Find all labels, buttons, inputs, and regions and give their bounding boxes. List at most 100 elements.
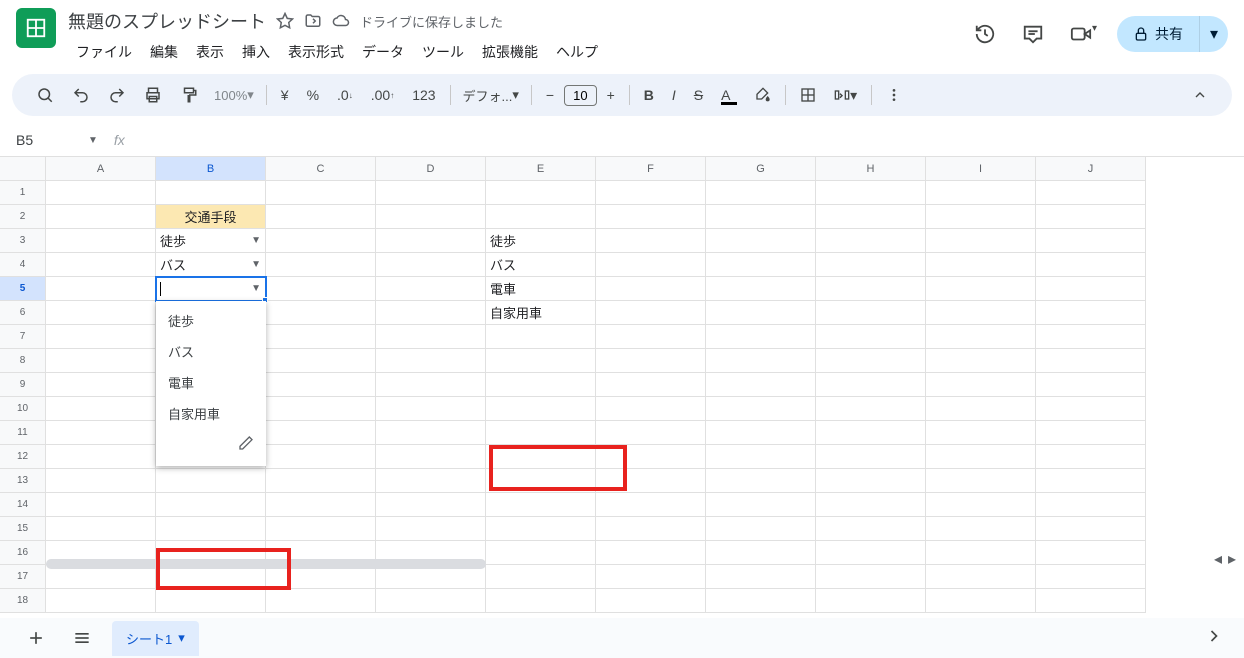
cell-dropdown-icon[interactable]: ▼ bbox=[251, 259, 261, 270]
cell-J10[interactable] bbox=[1036, 397, 1146, 421]
menu-format[interactable]: 表示形式 bbox=[280, 38, 352, 66]
cell-J5[interactable] bbox=[1036, 277, 1146, 301]
cell-A10[interactable] bbox=[46, 397, 156, 421]
menu-edit[interactable]: 編集 bbox=[142, 38, 186, 66]
font-size-input[interactable]: 10 bbox=[564, 85, 596, 106]
cell-G7[interactable] bbox=[706, 325, 816, 349]
cell-I14[interactable] bbox=[926, 493, 1036, 517]
cell-E13[interactable] bbox=[486, 469, 596, 493]
all-sheets-button[interactable] bbox=[66, 622, 98, 654]
row-header[interactable]: 4 bbox=[0, 253, 46, 277]
cell-G18[interactable] bbox=[706, 589, 816, 613]
cell-E11[interactable] bbox=[486, 421, 596, 445]
cell-D3[interactable] bbox=[376, 229, 486, 253]
cell-D5[interactable] bbox=[376, 277, 486, 301]
cell-G1[interactable] bbox=[706, 181, 816, 205]
cell-B13[interactable] bbox=[156, 469, 266, 493]
cell-F1[interactable] bbox=[596, 181, 706, 205]
cell-H7[interactable] bbox=[816, 325, 926, 349]
borders-button[interactable] bbox=[792, 81, 824, 109]
cell-F10[interactable] bbox=[596, 397, 706, 421]
row-header[interactable]: 3 bbox=[0, 229, 46, 253]
cell-D7[interactable] bbox=[376, 325, 486, 349]
cell-F12[interactable] bbox=[596, 445, 706, 469]
cell-F2[interactable] bbox=[596, 205, 706, 229]
row-header[interactable]: 14 bbox=[0, 493, 46, 517]
cell-I4[interactable] bbox=[926, 253, 1036, 277]
cell-G3[interactable] bbox=[706, 229, 816, 253]
decrease-decimal-button[interactable]: .0↓ bbox=[329, 81, 361, 109]
collapse-toolbar-icon[interactable] bbox=[1184, 81, 1216, 109]
cell-J15[interactable] bbox=[1036, 517, 1146, 541]
row-header[interactable]: 15 bbox=[0, 517, 46, 541]
cell-dropdown-icon[interactable]: ▼ bbox=[251, 283, 261, 294]
cell-I18[interactable] bbox=[926, 589, 1036, 613]
merge-cells-button[interactable]: ▾ bbox=[826, 81, 865, 110]
cell-J11[interactable] bbox=[1036, 421, 1146, 445]
font-select[interactable]: デフォ... ▾ bbox=[457, 82, 525, 109]
cell-J4[interactable] bbox=[1036, 253, 1146, 277]
cell-G12[interactable] bbox=[706, 445, 816, 469]
cell-H5[interactable] bbox=[816, 277, 926, 301]
cell-H3[interactable] bbox=[816, 229, 926, 253]
row-header[interactable]: 2 bbox=[0, 205, 46, 229]
doc-title[interactable]: 無題のスプレッドシート bbox=[68, 8, 266, 34]
cell-G6[interactable] bbox=[706, 301, 816, 325]
cell-E15[interactable] bbox=[486, 517, 596, 541]
row-header[interactable]: 13 bbox=[0, 469, 46, 493]
cell-I15[interactable] bbox=[926, 517, 1036, 541]
cell-A11[interactable] bbox=[46, 421, 156, 445]
dropdown-option[interactable]: 自家用車 bbox=[156, 398, 266, 429]
cell-A9[interactable] bbox=[46, 373, 156, 397]
menu-data[interactable]: データ bbox=[354, 38, 412, 66]
cell-I5[interactable] bbox=[926, 277, 1036, 301]
cell-I7[interactable] bbox=[926, 325, 1036, 349]
cell-E7[interactable] bbox=[486, 325, 596, 349]
row-header[interactable]: 16 bbox=[0, 541, 46, 565]
cell-J1[interactable] bbox=[1036, 181, 1146, 205]
print-icon[interactable] bbox=[136, 80, 170, 110]
col-header[interactable]: I bbox=[926, 157, 1036, 181]
row-header[interactable]: 12 bbox=[0, 445, 46, 469]
cell-C2[interactable] bbox=[266, 205, 376, 229]
cell-H10[interactable] bbox=[816, 397, 926, 421]
col-header[interactable]: G bbox=[706, 157, 816, 181]
text-color-button[interactable]: A bbox=[713, 81, 745, 109]
row-header[interactable]: 7 bbox=[0, 325, 46, 349]
menu-insert[interactable]: 挿入 bbox=[234, 38, 278, 66]
cell-A15[interactable] bbox=[46, 517, 156, 541]
cell-D6[interactable] bbox=[376, 301, 486, 325]
bold-button[interactable]: B bbox=[636, 81, 662, 109]
dropdown-option[interactable]: 徒歩 bbox=[156, 305, 266, 336]
cell-B5[interactable]: ▼ bbox=[156, 277, 266, 301]
cell-C9[interactable] bbox=[266, 373, 376, 397]
cell-A12[interactable] bbox=[46, 445, 156, 469]
cell-B15[interactable] bbox=[156, 517, 266, 541]
cell-D13[interactable] bbox=[376, 469, 486, 493]
percent-button[interactable]: % bbox=[299, 81, 327, 109]
cell-D11[interactable] bbox=[376, 421, 486, 445]
font-size-decrease[interactable]: − bbox=[538, 81, 562, 109]
cell-B3[interactable]: 徒歩▼ bbox=[156, 229, 266, 253]
cell-C6[interactable] bbox=[266, 301, 376, 325]
cell-F4[interactable] bbox=[596, 253, 706, 277]
cell-A4[interactable] bbox=[46, 253, 156, 277]
sheet-tab-menu-icon[interactable]: ▾ bbox=[178, 630, 185, 646]
cell-C1[interactable] bbox=[266, 181, 376, 205]
cell-J8[interactable] bbox=[1036, 349, 1146, 373]
scroll-right-icon[interactable]: ▸ bbox=[1226, 547, 1238, 571]
cell-J18[interactable] bbox=[1036, 589, 1146, 613]
cell-A7[interactable] bbox=[46, 325, 156, 349]
fill-color-button[interactable] bbox=[747, 81, 779, 109]
cell-I12[interactable] bbox=[926, 445, 1036, 469]
cell-B14[interactable] bbox=[156, 493, 266, 517]
cell-C12[interactable] bbox=[266, 445, 376, 469]
cell-G15[interactable] bbox=[706, 517, 816, 541]
cell-D14[interactable] bbox=[376, 493, 486, 517]
cell-J6[interactable] bbox=[1036, 301, 1146, 325]
explore-button[interactable] bbox=[1204, 626, 1224, 651]
cell-G11[interactable] bbox=[706, 421, 816, 445]
menu-help[interactable]: ヘルプ bbox=[548, 38, 606, 66]
share-button[interactable]: 共有 bbox=[1117, 16, 1199, 52]
cell-A1[interactable] bbox=[46, 181, 156, 205]
